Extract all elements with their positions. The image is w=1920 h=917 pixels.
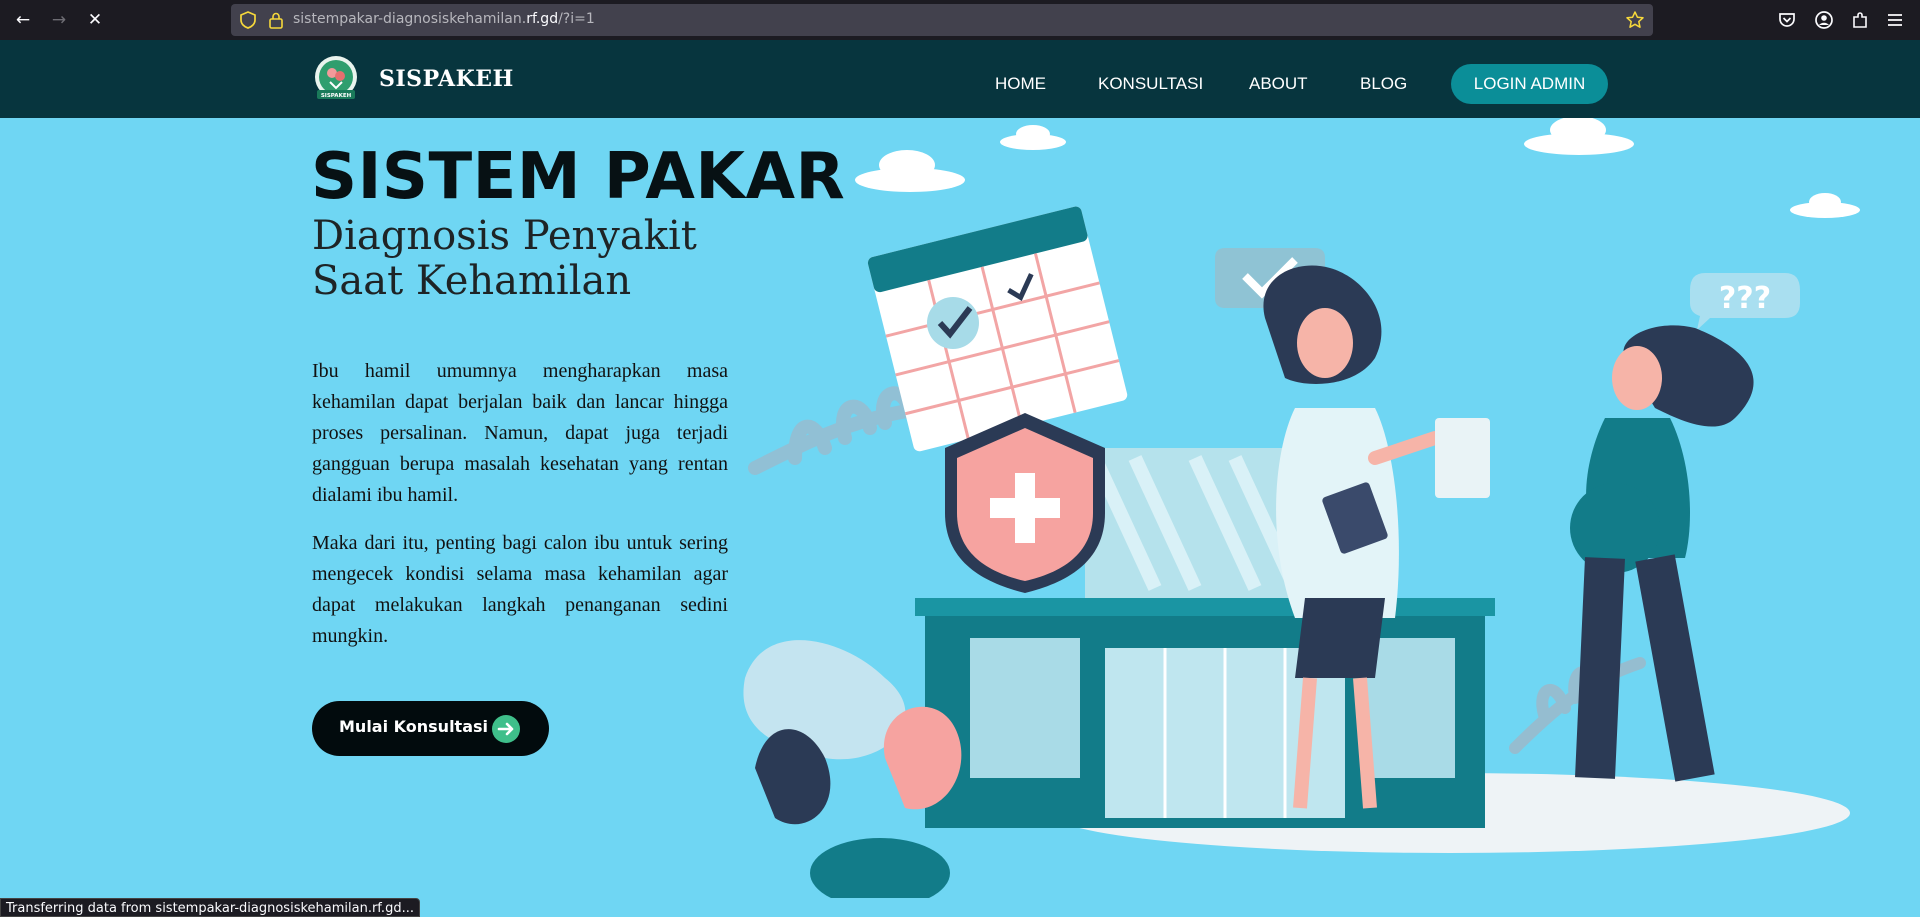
forward-icon[interactable]: → — [48, 9, 70, 31]
nav-blog[interactable]: BLOG — [1360, 74, 1407, 94]
mulai-konsultasi-button[interactable]: Mulai Konsultasi — [312, 701, 549, 756]
logo-text: SISPAKEH — [321, 93, 352, 99]
pocket-icon[interactable] — [1776, 9, 1798, 31]
menu-hamburger-icon[interactable] — [1884, 9, 1906, 31]
calendar-graphic — [867, 206, 1128, 452]
medical-shield-icon — [945, 413, 1105, 593]
back-icon[interactable]: ← — [12, 9, 34, 31]
stop-loading-icon[interactable]: ✕ — [84, 9, 106, 31]
question-marks-text: ??? — [1719, 281, 1771, 316]
login-admin-button[interactable]: LOGIN ADMIN — [1451, 64, 1608, 104]
url-domain: rf.gd — [526, 11, 559, 27]
bookmark-star-icon[interactable] — [1625, 10, 1645, 30]
clouds-decoration — [855, 118, 1860, 218]
url-text[interactable]: sistempakar-diagnosiskehamilan.rf.gd/?i=… — [293, 11, 595, 27]
arrow-right-icon — [492, 715, 520, 743]
lock-icon[interactable] — [267, 11, 285, 29]
check-circle — [927, 297, 979, 349]
nav-konsultasi[interactable]: KONSULTASI — [1098, 74, 1203, 94]
address-bar[interactable]: sistempakar-diagnosiskehamilan.rf.gd/?i=… — [231, 4, 1653, 36]
cta-label: Mulai Konsultasi — [339, 717, 488, 736]
nav-home[interactable]: HOME — [995, 74, 1046, 94]
account-icon[interactable] — [1813, 9, 1835, 31]
status-bar: Transferring data from sistempakar-diagn… — [0, 898, 420, 917]
site-header: SISPAKEH SISPAKEH HOME KONSULTASI ABOUT … — [0, 40, 1920, 118]
intro-paragraph-2: Maka dari itu, penting bagi calon ibu un… — [312, 532, 728, 647]
intro-paragraph-1: Ibu hamil umumnya mengharapkan masa keha… — [312, 360, 728, 506]
left-leaf-branch — [748, 386, 932, 475]
hero-illustration: ??? — [743, 118, 1860, 898]
tracking-protection-icon[interactable] — [239, 11, 257, 29]
extensions-icon[interactable] — [1849, 9, 1871, 31]
pregnant-woman-figure — [1570, 325, 1754, 782]
sispakeh-logo[interactable]: SISPAKEH — [313, 56, 359, 102]
browser-toolbar: ← → ✕ sistempakar-diagnosiskehamilan.rf.… — [0, 0, 1920, 40]
nav-about[interactable]: ABOUT — [1249, 74, 1308, 94]
brand-name[interactable]: SISPAKEH — [379, 66, 514, 92]
url-path: /?i=1 — [558, 11, 595, 27]
url-prefix: sistempakar-diagnosiskehamilan. — [293, 11, 527, 27]
